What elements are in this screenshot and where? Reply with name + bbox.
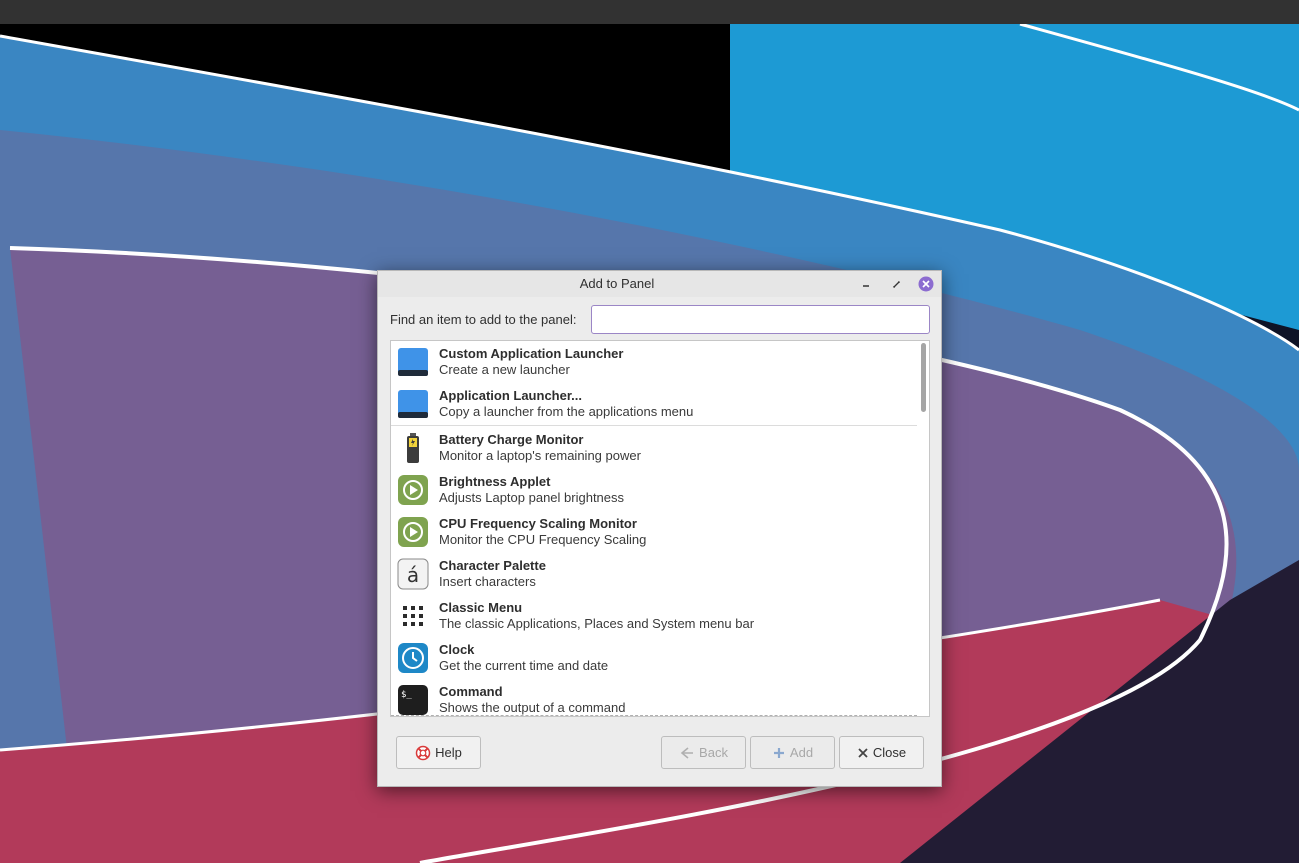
item-name: Battery Charge Monitor <box>439 432 584 447</box>
clock-icon <box>398 643 428 673</box>
launcher-icon <box>398 348 428 376</box>
item-name: Character Palette <box>439 558 546 573</box>
list-item[interactable]: CPU Frequency Scaling Monitor Monitor th… <box>391 511 917 553</box>
list-item[interactable]: Clock Get the current time and date <box>391 637 917 679</box>
minimize-icon <box>863 285 869 287</box>
item-description: Create a new launcher <box>439 362 570 377</box>
item-description: Monitor a laptop's remaining power <box>439 448 641 463</box>
plus-icon <box>773 747 784 758</box>
battery-icon <box>407 433 419 463</box>
item-name: Brightness Applet <box>439 474 551 489</box>
list-item[interactable]: Application Launcher... Copy a launcher … <box>391 383 917 425</box>
list-item[interactable]: á Character Palette Insert characters <box>391 553 917 595</box>
svg-text:$_: $_ <box>401 690 412 700</box>
item-name: Application Launcher... <box>439 388 583 403</box>
add-to-panel-dialog: Add to Panel Find an item to add to the … <box>377 270 942 787</box>
svg-text:á: á <box>407 563 419 587</box>
item-description: Copy a launcher from the applications me… <box>439 404 694 419</box>
terminal-icon: $_ <box>398 685 428 715</box>
item-name: Command <box>439 684 503 699</box>
add-button-label: Add <box>789 745 814 760</box>
help-lifebuoy-icon <box>415 745 431 760</box>
list-item[interactable]: Classic Menu The classic Applications, P… <box>391 595 917 637</box>
window-close-button[interactable] <box>917 275 935 293</box>
search-input[interactable] <box>591 305 930 334</box>
list-item[interactable]: Custom Application Launcher Create a new… <box>391 341 917 383</box>
list-item[interactable]: $_ Command Shows the output of a command <box>391 679 917 716</box>
brightness-icon <box>398 475 428 505</box>
item-name: Clock <box>439 642 475 657</box>
back-button-label: Back <box>699 745 728 760</box>
item-description: Insert characters <box>439 574 536 589</box>
help-button-label: Help <box>435 745 462 760</box>
item-description: Shows the output of a command <box>439 700 626 715</box>
search-label: Find an item to add to the panel: <box>390 312 577 327</box>
item-name: Custom Application Launcher <box>439 346 624 361</box>
scrollbar-thumb[interactable] <box>921 343 926 412</box>
dialog-title: Add to Panel <box>579 276 655 291</box>
maximize-button[interactable] <box>887 275 905 293</box>
item-name: CPU Frequency Scaling Monitor <box>439 516 637 531</box>
list-bottom-edge <box>391 715 917 716</box>
minimize-button[interactable] <box>857 275 875 293</box>
item-description: Get the current time and date <box>439 658 609 673</box>
launcher-icon <box>398 390 428 418</box>
dialog-titlebar[interactable]: Add to Panel <box>378 271 941 297</box>
add-button[interactable]: Add <box>750 736 835 769</box>
item-description: Adjusts Laptop panel brightness <box>439 490 625 505</box>
list-separator <box>391 425 917 426</box>
maximize-icon <box>893 281 900 288</box>
character-palette-icon: á <box>397 558 429 590</box>
list-scrollbar[interactable] <box>921 343 927 713</box>
help-button[interactable]: Help <box>396 736 481 769</box>
close-button-label: Close <box>872 745 907 760</box>
close-icon <box>918 276 934 292</box>
list-item[interactable]: Battery Charge Monitor Monitor a laptop'… <box>391 427 917 469</box>
close-button[interactable]: Close <box>839 736 924 769</box>
item-description: The classic Applications, Places and Sys… <box>439 616 755 631</box>
item-description: Monitor the CPU Frequency Scaling <box>439 532 647 547</box>
panel-items-list[interactable]: Custom Application Launcher Create a new… <box>390 340 930 717</box>
top-panel <box>0 0 1299 24</box>
back-button[interactable]: Back <box>661 736 746 769</box>
list-item[interactable]: Brightness Applet Adjusts Laptop panel b… <box>391 469 917 511</box>
item-name: Classic Menu <box>439 600 523 615</box>
close-x-icon <box>858 747 868 758</box>
back-arrow-icon <box>680 746 694 759</box>
cpu-frequency-icon <box>398 517 428 547</box>
grid-menu-icon <box>403 606 423 626</box>
